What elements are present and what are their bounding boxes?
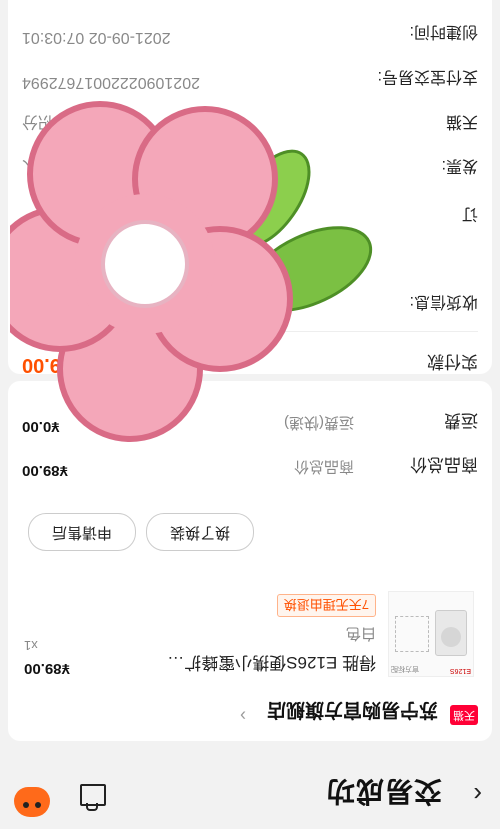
tb-bag-icon[interactable] <box>80 784 106 806</box>
top-nav: ‹ 交易成功 <box>0 763 500 829</box>
goods-total-value: ¥89.00 <box>22 462 68 479</box>
robot-icon[interactable] <box>14 787 50 817</box>
goods-total-label: 商品总价 <box>410 455 478 474</box>
order-no-label: 订 <box>461 205 478 222</box>
page-title: 交易成功 <box>325 776 442 807</box>
payno-label: 支付宝交易号: <box>377 68 478 85</box>
flower-icon <box>10 101 293 442</box>
chevron-right-icon: › <box>240 706 246 726</box>
flower-sticker <box>10 101 373 442</box>
service-label: 天猫 <box>445 113 478 130</box>
tmall-badge: 天猫 <box>450 705 478 725</box>
product-quantity: x1 <box>24 638 38 653</box>
accessories-image <box>395 616 429 652</box>
thumb-model-label: E126S <box>449 667 471 674</box>
invoice-label: 发票: <box>441 157 478 174</box>
created-value: 2021-09-02 07:03:01 <box>22 29 171 46</box>
product-title[interactable]: 得胜 E126S便携小蜜蜂扩… <box>136 652 376 677</box>
shipping-label: 运费 <box>444 411 478 430</box>
product-price: ¥89.00 <box>24 660 70 677</box>
exchange-button[interactable]: 换了换装 <box>146 513 254 551</box>
goods-total-row: 商品总价 商品总价 ¥89.00 <box>22 453 478 479</box>
chevron-left-icon[interactable]: ‹ <box>458 780 482 810</box>
paid-label: 实付款 <box>427 352 478 371</box>
receiver-label: 收货信息: <box>409 293 478 310</box>
return-policy-tag: 7天无理由退换 <box>276 594 376 617</box>
created-row: 创建时间: 2021-09-02 07:03:01 <box>22 20 478 46</box>
thumb-set-label: 官方标配 <box>391 665 419 672</box>
goods-total-sub: 商品总价 <box>293 458 354 475</box>
product-sku: 白色 <box>345 625 376 642</box>
order-detail-page: ‹ 交易成功 天猫 苏宁易购官方旗舰店 › E126S 官方标配 得胜 E126… <box>0 0 500 829</box>
speaker-image <box>435 610 467 656</box>
product-thumbnail[interactable]: E126S 官方标配 <box>388 591 474 677</box>
after-sale-button[interactable]: 申请售后 <box>28 513 136 551</box>
created-label: 创建时间: <box>409 23 478 40</box>
store-name[interactable]: 苏宁易购官方旗舰店 <box>267 698 438 725</box>
